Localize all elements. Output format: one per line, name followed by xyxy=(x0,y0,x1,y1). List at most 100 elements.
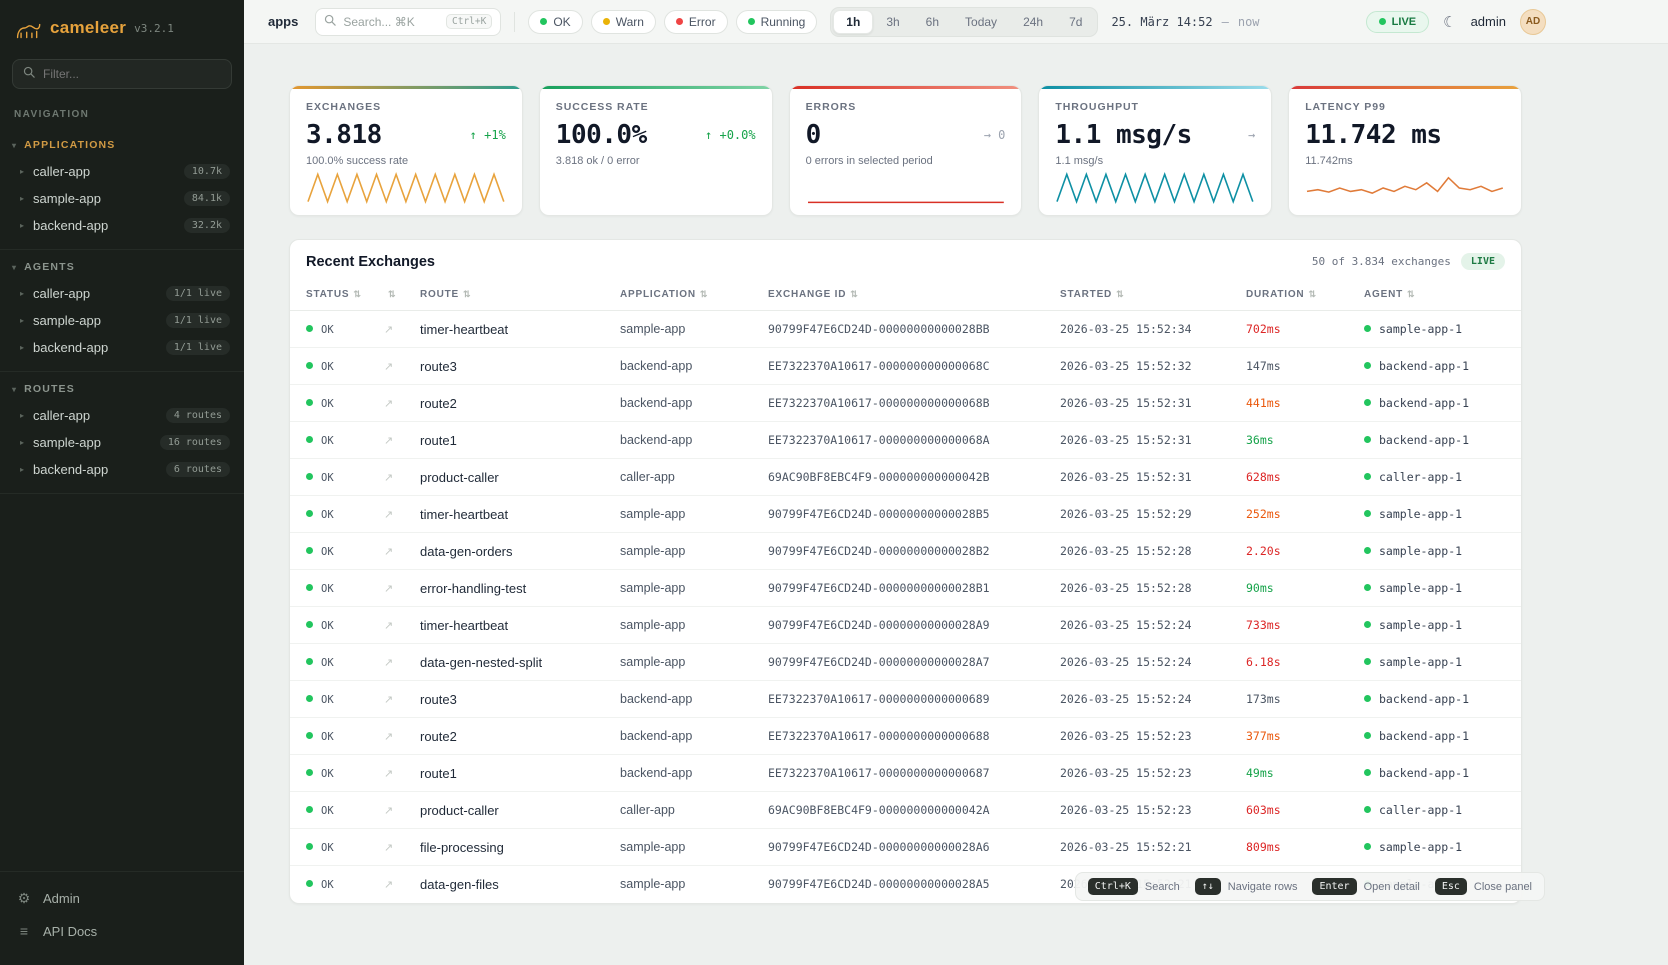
table-row[interactable]: OK↗route2backend-appEE7322370A10617-0000… xyxy=(290,718,1521,755)
sidebar-item-routes-backend-app[interactable]: ▸backend-app6 routes xyxy=(0,456,244,483)
sidebar-item-routes-caller-app[interactable]: ▸caller-app4 routes xyxy=(0,402,244,429)
open-link-cell: ↗ xyxy=(374,348,410,385)
external-link-icon[interactable]: ↗ xyxy=(384,472,393,484)
ok-status-icon xyxy=(306,436,313,443)
external-link-icon[interactable]: ↗ xyxy=(384,879,393,891)
range-3h[interactable]: 3h xyxy=(873,10,912,34)
route-cell: timer-heartbeat xyxy=(410,311,610,348)
table-row[interactable]: OK↗route1backend-appEE7322370A10617-0000… xyxy=(290,422,1521,459)
application-cell: caller-app xyxy=(610,459,758,496)
avatar[interactable]: AD xyxy=(1520,9,1546,35)
sidebar-section-agents: ▾AGENTS▸caller-app1/1 live▸sample-app1/1… xyxy=(0,250,244,372)
column-header-route[interactable]: ROUTE⇅ xyxy=(410,283,610,311)
shortcut-close-panel: EscClose panel xyxy=(1435,878,1532,895)
card-trend: → xyxy=(1248,128,1255,142)
column-header-link[interactable]: ⇅ xyxy=(374,283,410,311)
exchange-count: 50 of 3.834 exchanges xyxy=(1312,255,1451,268)
started-cell: 2026-03-25 15:52:31 xyxy=(1050,385,1236,422)
range-today[interactable]: Today xyxy=(952,10,1010,34)
route-cell: timer-heartbeat xyxy=(410,607,610,644)
table-row[interactable]: OK↗route3backend-appEE7322370A10617-0000… xyxy=(290,348,1521,385)
external-link-icon[interactable]: ↗ xyxy=(384,583,393,595)
external-link-icon[interactable]: ↗ xyxy=(384,546,393,558)
table-row[interactable]: OK↗error-handling-testsample-app90799F47… xyxy=(290,570,1521,607)
sidebar-item-applications-backend-app[interactable]: ▸backend-app32.2k xyxy=(0,212,244,239)
agent-cell: backend-app-1 xyxy=(1354,385,1521,422)
table-row[interactable]: OK↗product-callercaller-app69AC90BF8EBC4… xyxy=(290,792,1521,829)
ok-status-icon xyxy=(306,584,313,591)
live-label: LIVE xyxy=(1392,16,1416,28)
column-header-agent[interactable]: AGENT⇅ xyxy=(1354,283,1521,311)
table-row[interactable]: OK↗route1backend-appEE7322370A10617-0000… xyxy=(290,755,1521,792)
external-link-icon[interactable]: ↗ xyxy=(384,731,393,743)
filter-ok[interactable]: OK xyxy=(528,10,582,34)
application-cell: sample-app xyxy=(610,311,758,348)
section-header-routes[interactable]: ▾ROUTES xyxy=(0,376,244,402)
sidebar-item-applications-sample-app[interactable]: ▸sample-app84.1k xyxy=(0,185,244,212)
external-link-icon[interactable]: ↗ xyxy=(384,509,393,521)
duration-cell: 702ms xyxy=(1236,311,1354,348)
table-row[interactable]: OK↗route3backend-appEE7322370A10617-0000… xyxy=(290,681,1521,718)
external-link-icon[interactable]: ↗ xyxy=(384,620,393,632)
column-header-exchange-id[interactable]: EXCHANGE ID⇅ xyxy=(758,283,1050,311)
table-row[interactable]: OK↗route2backend-appEE7322370A10617-0000… xyxy=(290,385,1521,422)
card-value-row: 11.742 ms xyxy=(1305,120,1505,150)
sidebar-item-agents-caller-app[interactable]: ▸caller-app1/1 live xyxy=(0,280,244,307)
table-row[interactable]: OK↗data-gen-nested-splitsample-app90799F… xyxy=(290,644,1521,681)
filter-running[interactable]: Running xyxy=(736,10,818,34)
duration-cell: 147ms xyxy=(1236,348,1354,385)
external-link-icon[interactable]: ↗ xyxy=(384,657,393,669)
table-row[interactable]: OK↗timer-heartbeatsample-app90799F47E6CD… xyxy=(290,607,1521,644)
section-header-agents[interactable]: ▾AGENTS xyxy=(0,254,244,280)
duration-cell: 49ms xyxy=(1236,755,1354,792)
table-row[interactable]: OK↗data-gen-orderssample-app90799F47E6CD… xyxy=(290,533,1521,570)
card-value-row: 3.818↑ +1% xyxy=(306,120,506,150)
filter-warn[interactable]: Warn xyxy=(591,10,656,34)
table-row[interactable]: OK↗timer-heartbeatsample-app90799F47E6CD… xyxy=(290,311,1521,348)
external-link-icon[interactable]: ↗ xyxy=(384,435,393,447)
external-link-icon[interactable]: ↗ xyxy=(384,361,393,373)
chevron-down-icon: ▾ xyxy=(12,263,17,272)
external-link-icon[interactable]: ↗ xyxy=(384,398,393,410)
table-row[interactable]: OK↗timer-heartbeatsample-app90799F47E6CD… xyxy=(290,496,1521,533)
external-link-icon[interactable]: ↗ xyxy=(384,842,393,854)
column-header-duration[interactable]: DURATION⇅ xyxy=(1236,283,1354,311)
sidebar-item-applications-caller-app[interactable]: ▸caller-app10.7k xyxy=(0,158,244,185)
external-link-icon[interactable]: ↗ xyxy=(384,768,393,780)
range-24h[interactable]: 24h xyxy=(1010,10,1056,34)
section-header-applications[interactable]: ▾APPLICATIONS xyxy=(0,132,244,158)
column-header-application[interactable]: APPLICATION⇅ xyxy=(610,283,758,311)
sidebar-item-agents-backend-app[interactable]: ▸backend-app1/1 live xyxy=(0,334,244,361)
sidebar-item-agents-sample-app[interactable]: ▸sample-app1/1 live xyxy=(0,307,244,334)
started-cell: 2026-03-25 15:52:28 xyxy=(1050,533,1236,570)
sidebar-footer-api-docs[interactable]: ≡API Docs xyxy=(0,915,244,947)
started-cell: 2026-03-25 15:52:23 xyxy=(1050,792,1236,829)
column-header-started[interactable]: STARTED⇅ xyxy=(1050,283,1236,311)
sidebar-filter-input[interactable] xyxy=(43,67,221,81)
dark-mode-toggle[interactable]: ☾ xyxy=(1443,13,1456,31)
external-link-icon[interactable]: ↗ xyxy=(384,324,393,336)
table-row[interactable]: OK↗file-processingsample-app90799F47E6CD… xyxy=(290,829,1521,866)
agent-status-icon xyxy=(1364,399,1371,406)
external-link-icon[interactable]: ↗ xyxy=(384,694,393,706)
range-1h[interactable]: 1h xyxy=(833,10,873,34)
range-7d[interactable]: 7d xyxy=(1056,10,1095,34)
filter-error[interactable]: Error xyxy=(664,10,728,34)
open-link-cell: ↗ xyxy=(374,385,410,422)
card-trend: → 0 xyxy=(984,128,1006,142)
column-header-status[interactable]: STATUS⇅ xyxy=(290,283,374,311)
global-search[interactable]: Search... ⌘K Ctrl+K xyxy=(315,8,501,36)
external-link-icon[interactable]: ↗ xyxy=(384,805,393,817)
sidebar-item-routes-sample-app[interactable]: ▸sample-app16 routes xyxy=(0,429,244,456)
recent-exchanges-card: Recent Exchanges 50 of 3.834 exchanges L… xyxy=(289,239,1522,904)
live-dot-icon xyxy=(1379,18,1386,25)
exchange-id-cell: EE7322370A10617-0000000000000687 xyxy=(758,755,1050,792)
sidebar-footer-admin[interactable]: ⚙Admin xyxy=(0,882,244,915)
admin-icon: ⚙ xyxy=(16,890,32,907)
agent-cell: backend-app-1 xyxy=(1354,718,1521,755)
live-toggle[interactable]: LIVE xyxy=(1366,11,1429,33)
card-value: 0 xyxy=(806,120,821,150)
range-6h[interactable]: 6h xyxy=(913,10,952,34)
table-row[interactable]: OK↗product-callercaller-app69AC90BF8EBC4… xyxy=(290,459,1521,496)
open-link-cell: ↗ xyxy=(374,607,410,644)
